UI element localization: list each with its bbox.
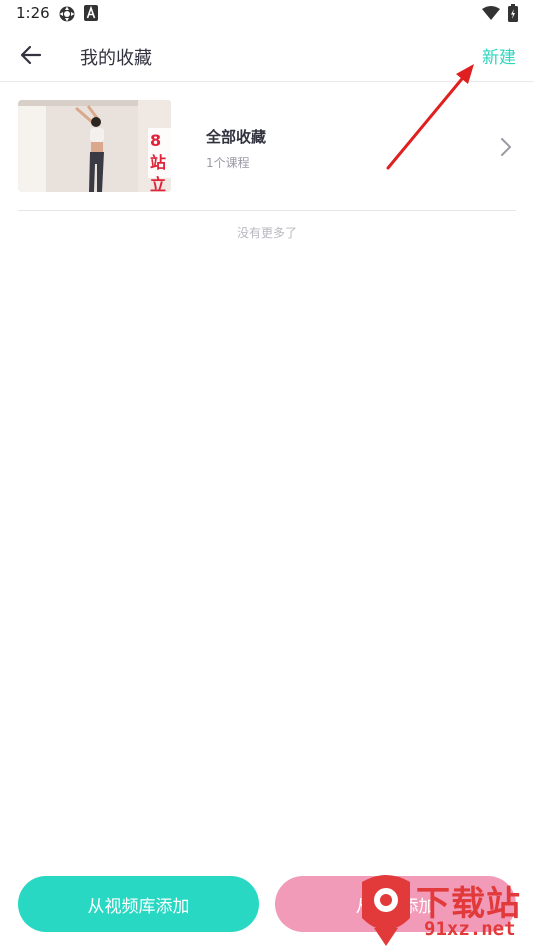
status-bar: 1:26 bbox=[0, 0, 534, 28]
add-from-video-library-button[interactable]: 从视频库添加 bbox=[18, 876, 259, 932]
battery-icon bbox=[508, 4, 518, 22]
watermark-url: 91xz.net bbox=[424, 918, 516, 940]
collection-title: 全部收藏 bbox=[206, 128, 267, 146]
arrow-left-icon[interactable] bbox=[18, 42, 44, 68]
thumbnail-overlay-text: 8站立 bbox=[150, 131, 167, 192]
chevron-right-icon[interactable] bbox=[496, 136, 516, 158]
wifi-icon bbox=[482, 6, 500, 20]
screen: 1:26 我的收藏 新建 8站立 全部收藏 1个课程 没有更多了 从视频库添加 … bbox=[0, 0, 534, 950]
status-time: 1:26 bbox=[16, 4, 50, 22]
app-a-icon bbox=[84, 5, 98, 21]
settings-gear-icon bbox=[59, 6, 75, 22]
collection-thumbnail: 8站立 bbox=[18, 100, 171, 192]
annotation-arrow-icon bbox=[386, 64, 474, 170]
yoga-thumbnail-image bbox=[18, 100, 171, 192]
watermark: 下载站 91xz.net bbox=[354, 870, 534, 950]
list-end-text: 没有更多了 bbox=[236, 226, 297, 240]
page-title: 我的收藏 bbox=[80, 48, 152, 69]
watermark-logo-icon bbox=[362, 875, 410, 946]
list-divider bbox=[18, 210, 516, 211]
new-collection-button[interactable]: 新建 bbox=[482, 43, 516, 68]
collection-count: 1个课程 bbox=[206, 156, 250, 170]
